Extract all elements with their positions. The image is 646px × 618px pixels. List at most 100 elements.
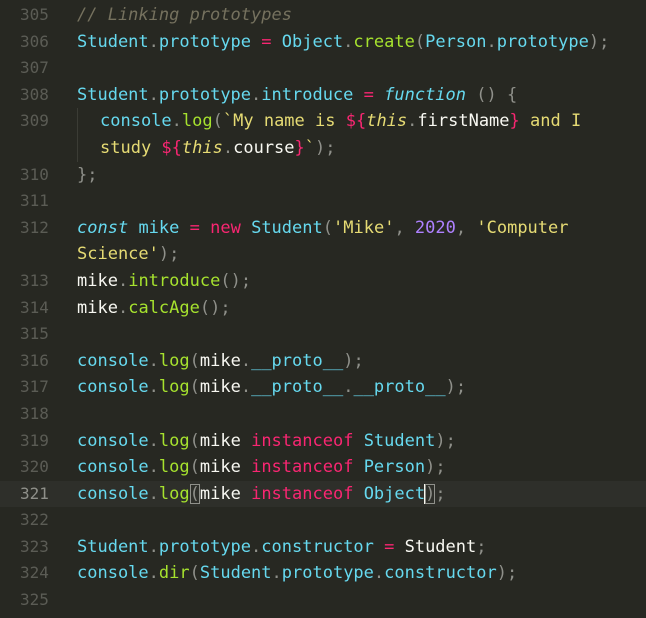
line-content[interactable]: // Linking prototypes bbox=[60, 2, 646, 29]
identifier-token: console bbox=[77, 457, 149, 478]
code-line[interactable]: 305 // Linking prototypes bbox=[0, 2, 646, 29]
punct-token: . bbox=[148, 430, 159, 451]
punct-token: . bbox=[251, 536, 262, 557]
line-content[interactable]: Student.prototype.constructor = Student; bbox=[60, 534, 646, 561]
identifier-token: mike bbox=[199, 377, 241, 398]
code-line[interactable]: 308 Student.prototype.introduce = functi… bbox=[0, 82, 646, 109]
identifier-token: console bbox=[77, 350, 149, 371]
punct-token: . bbox=[171, 111, 182, 132]
code-line[interactable]: 324 console.dir(Student.prototype.constr… bbox=[0, 560, 646, 587]
line-content[interactable]: console.log(mike instanceof Student); bbox=[60, 428, 646, 455]
line-content[interactable]: console.dir(Student.prototype.constructo… bbox=[60, 560, 646, 587]
line-content[interactable]: console.log(mike.__proto__); bbox=[60, 348, 646, 375]
code-line[interactable]: 318 bbox=[0, 401, 646, 428]
operator-token: = bbox=[251, 31, 282, 52]
string-token: study bbox=[100, 137, 162, 158]
punct-token: . bbox=[148, 350, 159, 371]
identifier-token: Person bbox=[425, 31, 487, 52]
punct-token: . bbox=[486, 31, 497, 52]
keyword-token: instanceof bbox=[251, 430, 354, 451]
code-line[interactable]: 322 bbox=[0, 507, 646, 534]
punct-token: ; bbox=[435, 457, 446, 478]
code-line[interactable]: 316 console.log(mike.__proto__); bbox=[0, 348, 646, 375]
punct-token: ( bbox=[220, 270, 231, 291]
punct-token: ; bbox=[240, 270, 252, 291]
punct-token: ; bbox=[445, 430, 456, 451]
this-token: this bbox=[181, 137, 223, 158]
punct-token: . bbox=[271, 563, 282, 584]
identifier-token: console bbox=[100, 111, 172, 132]
interp-token: } bbox=[509, 111, 520, 132]
line-content[interactable]: mike.introduce(); bbox=[60, 268, 646, 295]
code-line[interactable]: 314 mike.calcAge(); bbox=[0, 295, 646, 322]
identifier-token: console bbox=[77, 483, 149, 504]
identifier-token: __proto__ bbox=[251, 377, 344, 398]
punct-token: . bbox=[148, 377, 159, 398]
identifier-token: course bbox=[233, 137, 295, 158]
keyword-token: new bbox=[210, 217, 241, 238]
method-token: log bbox=[181, 111, 213, 132]
identifier-token: Object bbox=[363, 483, 426, 504]
method-token: log bbox=[158, 430, 190, 451]
line-number: 323 bbox=[20, 536, 49, 556]
line-content[interactable]: Student.prototype.introduce = function (… bbox=[60, 82, 646, 109]
identifier-token: mike bbox=[77, 297, 118, 318]
string-token: ` bbox=[222, 111, 234, 132]
line-content[interactable]: const mike = new Student('Mike', 2020, '… bbox=[60, 215, 646, 268]
identifier-token: Student bbox=[363, 430, 436, 451]
identifier-token: prototype bbox=[496, 31, 589, 52]
code-line[interactable]: 310 }; bbox=[0, 162, 646, 189]
code-line[interactable]: 309 console.log(`My name is ${this.first… bbox=[0, 108, 646, 162]
code-editor[interactable]: 305 // Linking prototypes 306 Student.pr… bbox=[0, 0, 646, 618]
punct-token: ; bbox=[455, 377, 467, 398]
punct-token: . bbox=[117, 297, 129, 318]
line-content[interactable]: console.log(mike instanceof Person); bbox=[60, 454, 646, 481]
punct-token: . bbox=[148, 483, 159, 504]
code-line[interactable]: 315 bbox=[0, 321, 646, 348]
string-token: My name is bbox=[233, 111, 346, 132]
code-line[interactable]: 313 mike.introduce(); bbox=[0, 268, 646, 295]
operator-token: = bbox=[353, 84, 385, 105]
code-line[interactable]: 307 bbox=[0, 55, 646, 82]
punct-token: . bbox=[407, 111, 418, 132]
string-token: ' bbox=[148, 244, 159, 265]
line-number: 324 bbox=[20, 563, 49, 583]
identifier-token: constructor bbox=[261, 536, 374, 557]
keyword-token: const bbox=[77, 217, 129, 238]
line-content[interactable]: }; bbox=[60, 162, 646, 189]
identifier-token: prototype bbox=[158, 536, 252, 557]
punct-token: ; bbox=[435, 483, 446, 504]
identifier-token: prototype bbox=[158, 31, 252, 52]
line-content[interactable]: console.log(`My name is ${this.firstName… bbox=[60, 108, 646, 162]
line-content[interactable]: Student.prototype = Object.create(Person… bbox=[60, 29, 646, 56]
code-line-active[interactable]: 321 console.log(mike instanceof Object); bbox=[0, 480, 646, 508]
line-content[interactable]: console.log(mike.__proto__.__proto__); bbox=[60, 374, 646, 401]
identifier-token: Student bbox=[77, 31, 149, 52]
punct-token: ; bbox=[169, 244, 180, 265]
identifier-token: __proto__ bbox=[353, 377, 446, 398]
keyword-token: instanceof bbox=[251, 457, 354, 478]
code-line[interactable]: 320 console.log(mike instanceof Person); bbox=[0, 454, 646, 481]
identifier-token: prototype bbox=[158, 84, 252, 105]
code-line[interactable]: 325 bbox=[0, 587, 646, 614]
punct-token: ; bbox=[325, 137, 336, 158]
line-number: 311 bbox=[20, 191, 49, 211]
string-token: ' bbox=[332, 217, 344, 238]
line-number: 314 bbox=[20, 297, 49, 317]
punct-token: , bbox=[455, 217, 477, 238]
code-line[interactable]: 312 const mike = new Student('Mike', 202… bbox=[0, 215, 646, 268]
code-line[interactable]: 317 console.log(mike.__proto__.__proto__… bbox=[0, 374, 646, 401]
method-token: log bbox=[158, 350, 190, 371]
code-line[interactable]: 319 console.log(mike instanceof Student)… bbox=[0, 428, 646, 455]
punct-token: ; bbox=[599, 31, 610, 52]
line-content[interactable]: console.log(mike instanceof Object); bbox=[60, 481, 646, 508]
punct-token: ( bbox=[212, 111, 223, 132]
code-line[interactable]: 323 Student.prototype.constructor = Stud… bbox=[0, 534, 646, 561]
punct-token: ; bbox=[507, 563, 518, 584]
code-line[interactable]: 306 Student.prototype = Object.create(Pe… bbox=[0, 29, 646, 56]
code-line[interactable]: 311 bbox=[0, 188, 646, 215]
line-content[interactable]: mike.calcAge(); bbox=[60, 295, 646, 322]
line-number: 316 bbox=[20, 350, 49, 370]
operator-token: = bbox=[373, 536, 405, 557]
identifier-token: mike bbox=[199, 430, 241, 451]
